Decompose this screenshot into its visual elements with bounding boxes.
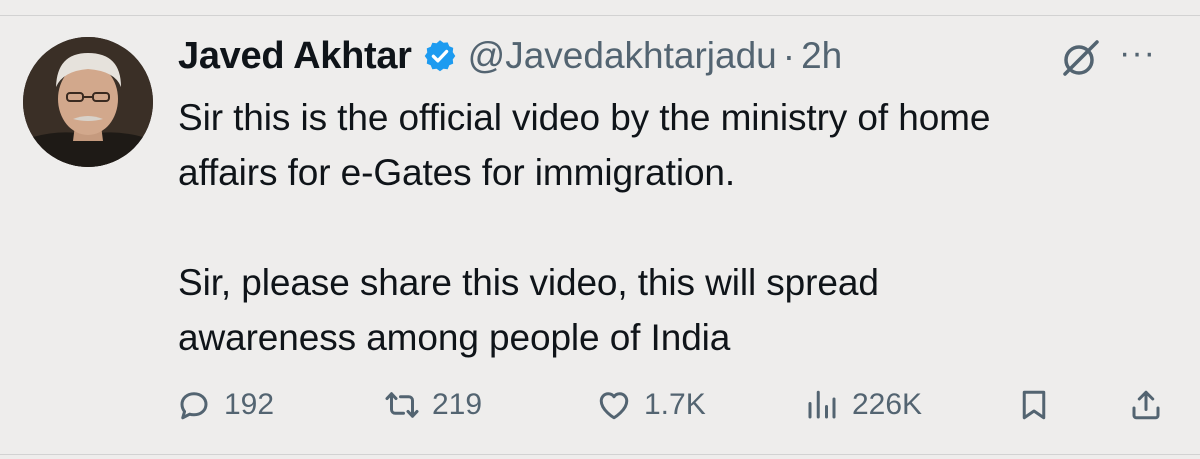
reply-button[interactable]: 192 (176, 380, 274, 430)
more-icon[interactable]: ··· (1119, 36, 1169, 70)
repost-button[interactable]: 219 (384, 380, 482, 430)
grok-icon[interactable] (1059, 36, 1103, 80)
tweet-line-3: Sir, please share this video, this will … (178, 262, 879, 303)
separator-dot: · (782, 35, 796, 76)
tweet-line-2: affairs for e-Gates for immigration. (178, 152, 736, 193)
tweet-header: Javed Akhtar @Javedakhtarjadu · 2h (178, 30, 842, 82)
views-count: 226K (852, 388, 923, 421)
like-icon (599, 392, 629, 420)
verified-badge-icon (422, 38, 458, 74)
reply-icon (180, 392, 208, 420)
timestamp[interactable]: 2h (801, 35, 842, 77)
like-button[interactable]: 1.7K (596, 380, 706, 430)
repost-count: 219 (432, 388, 483, 421)
reply-count: 192 (224, 388, 275, 421)
views-icon (808, 390, 836, 419)
tweet-text: Sir this is the official video by the mi… (178, 90, 1178, 365)
action-bar: 192 219 1.7K 226K (170, 380, 1180, 430)
author-name[interactable]: Javed Akhtar (178, 35, 412, 78)
like-count: 1.7K (644, 388, 706, 421)
tweet-line-1: Sir this is the official video by the mi… (178, 97, 991, 138)
share-icon (1132, 390, 1160, 420)
author-handle[interactable]: @Javedakhtarjadu (468, 35, 777, 77)
avatar[interactable] (23, 37, 153, 167)
share-button[interactable] (1128, 380, 1164, 430)
bookmark-button[interactable] (1016, 380, 1052, 430)
bookmark-icon (1022, 390, 1046, 420)
bottom-divider (0, 454, 1200, 455)
top-divider (0, 15, 1200, 16)
tweet-line-4: awareness among people of India (178, 317, 731, 358)
views-button[interactable]: 226K (804, 380, 922, 430)
repost-icon (385, 392, 419, 418)
